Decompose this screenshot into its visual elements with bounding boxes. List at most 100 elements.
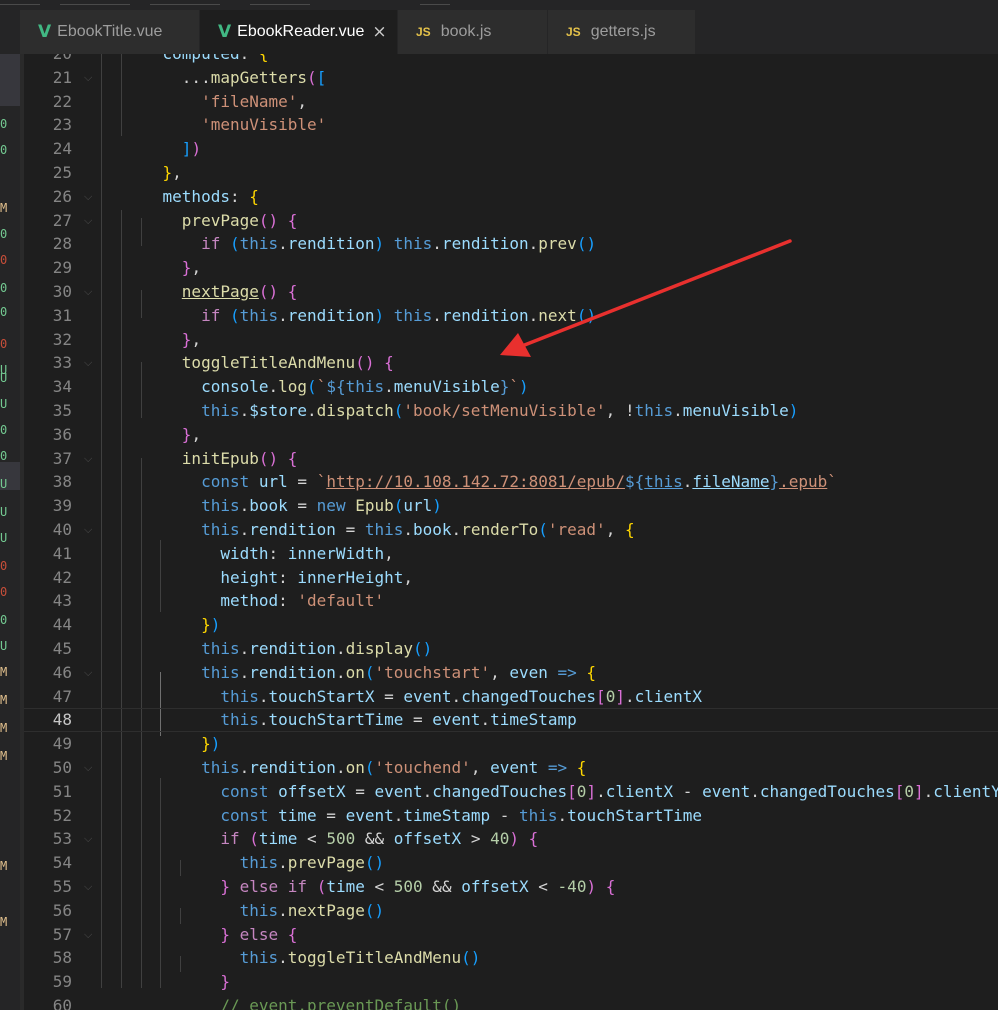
code-line[interactable]: 27 ⌵ prevPage() {	[24, 209, 998, 233]
code-token: )	[210, 734, 221, 754]
code-token: 'default'	[297, 591, 385, 611]
fold-chevron-icon[interactable]: ⌵	[84, 209, 98, 233]
close-tab-icon[interactable]: ×	[372, 22, 386, 42]
code-line[interactable]: 54 this.prevPage()	[24, 851, 998, 875]
code-token: [	[894, 781, 905, 801]
fold-chevron-icon[interactable]: ⌵	[84, 827, 98, 851]
code-line[interactable]: 47 this.touchStartX = event.changedTouch…	[24, 685, 998, 709]
fold-chevron-icon[interactable]: ⌵	[84, 185, 98, 209]
code-line[interactable]: 49 })	[24, 732, 998, 756]
code-line[interactable]: 40 ⌵ this.rendition = this.book.renderTo(…	[24, 518, 998, 542]
fold-chevron-icon[interactable]: ⌵	[84, 756, 98, 780]
code-line[interactable]: 48 this.touchStartTime = event.timeStamp	[24, 708, 998, 733]
code-token: -40	[557, 877, 587, 896]
code-line[interactable]: 20 computed: {	[24, 54, 998, 66]
tab-book-js[interactable]: JS book.js	[398, 10, 548, 54]
code-token: next	[538, 305, 577, 325]
code-token: =	[287, 496, 317, 516]
code-line[interactable]: 42 height: innerHeight,	[24, 566, 998, 590]
code-line[interactable]: 22 'fileName',	[24, 90, 998, 114]
code-text: ...mapGetters([	[124, 66, 327, 90]
code-line[interactable]: 21 ⌵ ...mapGetters([	[24, 66, 998, 90]
code-line[interactable]: 57 ⌵ } else {	[24, 923, 998, 947]
code-line[interactable]: 59 }	[24, 970, 998, 994]
code-token: else	[239, 924, 279, 944]
tab-label: book.js	[440, 23, 492, 40]
tab-getters-js[interactable]: JS getters.js	[548, 10, 696, 54]
code-line[interactable]: 37 ⌵ initEpub() {	[24, 447, 998, 471]
code-token: changedTouches	[461, 686, 597, 706]
fold-chevron-icon[interactable]: ⌵	[84, 518, 98, 542]
tab-ebookreader-vue[interactable]: V EbookReader.vue ×	[200, 10, 398, 54]
code-token: .	[384, 377, 394, 397]
code-line[interactable]: 32 },	[24, 328, 998, 352]
code-text: },	[124, 161, 182, 185]
code-line[interactable]: 45 this.rendition.display()	[24, 637, 998, 661]
code-line[interactable]: 28 if (this.rendition) this.rendition.pr…	[24, 232, 998, 256]
code-line[interactable]: 34 console.log(`${this.menuVisible}`)	[24, 375, 998, 399]
fold-chevron-icon[interactable]: ⌵	[84, 66, 98, 90]
code-line[interactable]: 46 ⌵ this.rendition.on('touchstart', even…	[24, 661, 998, 685]
code-token: .	[278, 900, 288, 920]
tab-ebooktitle-vue[interactable]: V EbookTitle.vue	[20, 10, 200, 54]
code-line[interactable]: 52 const time = event.timeStamp - this.t…	[24, 804, 998, 828]
fold-chevron-icon[interactable]: ⌵	[84, 280, 98, 304]
code-token: console	[201, 377, 269, 397]
code-line[interactable]: 55 ⌵ } else if (time < 500 && offsetX < -…	[24, 875, 998, 899]
code-text: methods: {	[124, 185, 259, 209]
line-number: 54	[52, 853, 72, 873]
code-line[interactable]: 39 this.book = new Epub(url)	[24, 494, 998, 518]
fold-chevron-icon[interactable]: ⌵	[84, 875, 98, 899]
git-status-marker: 0	[0, 338, 8, 350]
line-number: 55	[52, 877, 72, 896]
code-line[interactable]: 30 ⌵ nextPage() {	[24, 280, 998, 304]
code-token: }	[499, 377, 510, 397]
line-number: 39	[52, 496, 72, 516]
code-token: (	[538, 520, 548, 539]
code-line[interactable]: 60 // event.preventDefault()	[24, 994, 998, 1010]
code-line[interactable]: 24 ])	[24, 137, 998, 161]
code-token: )	[432, 496, 442, 516]
code-line[interactable]: 56 this.nextPage()	[24, 899, 998, 923]
code-line[interactable]: 51 const offsetX = event.changedTouches[…	[24, 780, 998, 804]
code-editor[interactable]: 20 computed: {21⌵ ...mapGetters([22 'fil…	[24, 54, 998, 1010]
code-line[interactable]: 23 'menuVisible'	[24, 113, 998, 137]
code-line[interactable]: 35 this.$store.dispatch('book/setMenuVis…	[24, 399, 998, 423]
code-token: timeStamp	[403, 805, 491, 825]
code-text: this.rendition.on('touchend', event => {	[124, 756, 586, 780]
fold-chevron-icon[interactable]: ⌵	[84, 661, 98, 685]
fold-chevron-icon[interactable]: ⌵	[84, 447, 98, 471]
code-line[interactable]: 25 },	[24, 161, 998, 185]
code-line[interactable]: 26 ⌵ methods: {	[24, 185, 998, 209]
code-token: , !	[605, 401, 635, 420]
code-token: if	[220, 829, 240, 849]
code-text: width: innerWidth,	[124, 542, 393, 566]
code-token: offsetX	[278, 781, 346, 801]
code-line[interactable]: 36 },	[24, 423, 998, 447]
code-line[interactable]: 41 width: innerWidth,	[24, 542, 998, 566]
code-line[interactable]: 43 method: 'default'	[24, 589, 998, 613]
code-token: =	[403, 710, 433, 730]
code-token: .	[923, 781, 934, 801]
fold-chevron-icon[interactable]: ⌵	[84, 351, 98, 375]
code-line[interactable]: 53 ⌵ if (time < 500 && offsetX > 40) {	[24, 827, 998, 851]
code-line[interactable]: 58 this.toggleTitleAndMenu()	[24, 946, 998, 970]
code-token: ,	[470, 758, 491, 777]
code-token: time	[258, 829, 298, 849]
code-token: )	[586, 877, 597, 896]
code-line[interactable]: 31 if (this.rendition) this.rendition.ne…	[24, 304, 998, 328]
code-line[interactable]: 38 const url = `http://10.108.142.72:808…	[24, 470, 998, 494]
code-line[interactable]: 29 },	[24, 256, 998, 280]
code-line[interactable]: 33 ⌵ toggleTitleAndMenu() {	[24, 351, 998, 375]
code-token: Epub	[355, 496, 394, 516]
code-line[interactable]: 50 ⌵ this.rendition.on('touchend', event …	[24, 756, 998, 780]
code-token: this	[393, 305, 433, 325]
fold-chevron-icon[interactable]: ⌵	[84, 923, 98, 947]
code-line[interactable]: 44 })	[24, 613, 998, 637]
